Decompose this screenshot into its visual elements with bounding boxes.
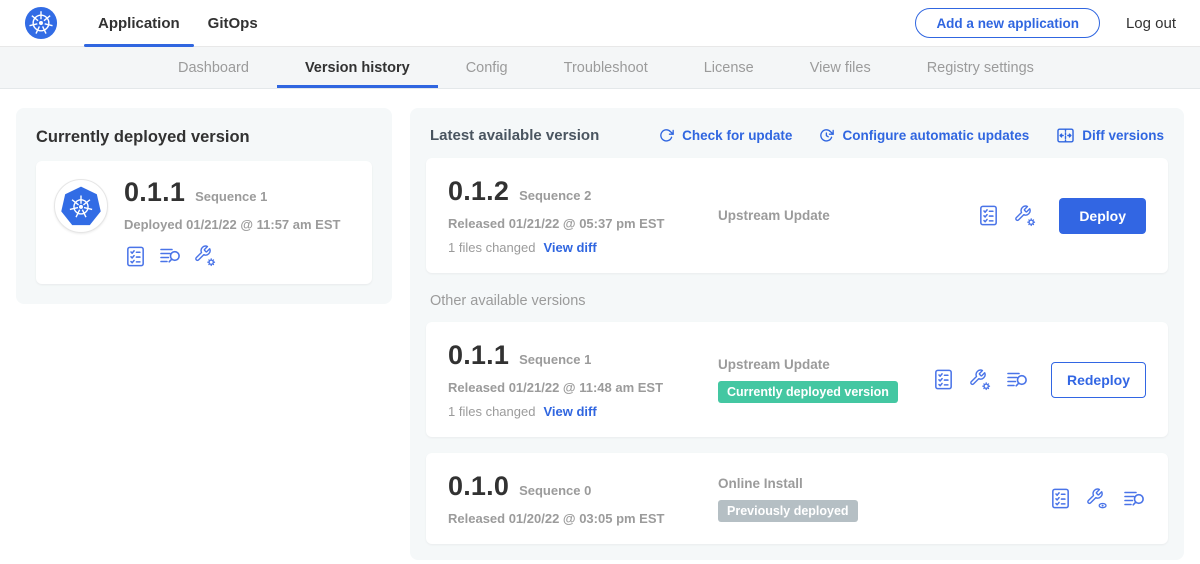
release-notes-icon[interactable] bbox=[1049, 487, 1072, 510]
diff-icon bbox=[1056, 126, 1075, 145]
subnav-label: Version history bbox=[305, 60, 410, 76]
subnav-label: Troubleshoot bbox=[564, 60, 648, 76]
header-tabs: Application GitOps bbox=[84, 0, 272, 46]
logout-link[interactable]: Log out bbox=[1126, 15, 1176, 32]
subnav-tab-config[interactable]: Config bbox=[438, 47, 536, 88]
currently-deployed-panel: Currently deployed version 0.1.1 Sequenc… bbox=[16, 108, 392, 304]
deployed-timestamp: Deployed 01/21/22 @ 11:57 am EST bbox=[124, 217, 352, 232]
edit-config-icon[interactable] bbox=[1013, 204, 1037, 228]
add-application-button[interactable]: Add a new application bbox=[915, 8, 1100, 38]
version-number: 0.1.1 bbox=[448, 340, 509, 371]
other-versions-title: Other available versions bbox=[430, 293, 1164, 309]
preflight-checks-icon[interactable] bbox=[1005, 368, 1029, 392]
subnav-tab-registry-settings[interactable]: Registry settings bbox=[899, 47, 1062, 88]
tab-gitops[interactable]: GitOps bbox=[194, 0, 272, 46]
preflight-checks-icon[interactable] bbox=[158, 244, 182, 268]
view-diff-link[interactable]: View diff bbox=[543, 404, 596, 419]
subnav-label: Dashboard bbox=[178, 60, 249, 76]
deploy-button[interactable]: Deploy bbox=[1059, 198, 1146, 234]
deployed-version-number: 0.1.1 bbox=[124, 177, 185, 208]
previously-deployed-badge: Previously deployed bbox=[718, 500, 858, 522]
edit-config-icon[interactable] bbox=[968, 368, 992, 392]
tab-application-label: Application bbox=[98, 15, 180, 32]
subnav-label: License bbox=[704, 60, 754, 76]
deployed-sequence: Sequence 1 bbox=[195, 189, 267, 204]
subnav-tab-version-history[interactable]: Version history bbox=[277, 47, 438, 88]
configure-automatic-updates-label: Configure automatic updates bbox=[842, 128, 1029, 143]
deployed-panel-title: Currently deployed version bbox=[36, 128, 372, 147]
view-diff-link[interactable]: View diff bbox=[543, 240, 596, 255]
subnav-label: Config bbox=[466, 60, 508, 76]
app-subnav: Dashboard Version history Config Trouble… bbox=[0, 47, 1200, 89]
subnav-tab-view-files[interactable]: View files bbox=[782, 47, 899, 88]
diff-versions-link[interactable]: Diff versions bbox=[1056, 126, 1164, 145]
released-timestamp: Released 01/21/22 @ 11:48 am EST bbox=[448, 380, 706, 395]
check-for-update-link[interactable]: Check for update bbox=[659, 126, 792, 145]
version-sequence: Sequence 2 bbox=[519, 188, 591, 203]
version-row-0-1-0: 0.1.0 Sequence 0 Released 01/20/22 @ 03:… bbox=[426, 453, 1168, 544]
subnav-label: View files bbox=[810, 60, 871, 76]
tab-gitops-label: GitOps bbox=[208, 15, 258, 32]
version-source: Online Install bbox=[718, 476, 1049, 491]
released-timestamp: Released 01/20/22 @ 03:05 pm EST bbox=[448, 511, 706, 526]
top-header: Application GitOps Add a new application… bbox=[0, 0, 1200, 47]
subnav-tab-dashboard[interactable]: Dashboard bbox=[150, 47, 277, 88]
subnav-tab-troubleshoot[interactable]: Troubleshoot bbox=[536, 47, 676, 88]
main-content: Currently deployed version 0.1.1 Sequenc… bbox=[0, 89, 1200, 564]
released-timestamp: Released 01/21/22 @ 05:37 pm EST bbox=[448, 216, 706, 231]
view-config-icon[interactable] bbox=[1085, 487, 1109, 511]
version-row-0-1-2: 0.1.2 Sequence 2 Released 01/21/22 @ 05:… bbox=[426, 158, 1168, 273]
version-history-panel: Latest available version Check for updat… bbox=[410, 108, 1184, 560]
files-changed: 1 files changed bbox=[448, 404, 535, 419]
version-number: 0.1.2 bbox=[448, 176, 509, 207]
preflight-checks-icon[interactable] bbox=[1122, 487, 1146, 511]
subnav-tab-license[interactable]: License bbox=[676, 47, 782, 88]
edit-config-icon[interactable] bbox=[193, 244, 217, 268]
kubernetes-logo-icon bbox=[24, 0, 58, 46]
version-number: 0.1.0 bbox=[448, 471, 509, 502]
version-row-0-1-1: 0.1.1 Sequence 1 Released 01/21/22 @ 11:… bbox=[426, 322, 1168, 437]
check-for-update-label: Check for update bbox=[682, 128, 792, 143]
subnav-label: Registry settings bbox=[927, 60, 1034, 76]
deployed-version-card: 0.1.1 Sequence 1 Deployed 01/21/22 @ 11:… bbox=[36, 161, 372, 284]
release-notes-icon[interactable] bbox=[124, 245, 147, 268]
tab-application[interactable]: Application bbox=[84, 0, 194, 46]
version-sequence: Sequence 1 bbox=[519, 352, 591, 367]
version-source: Upstream Update bbox=[718, 357, 932, 372]
currently-deployed-badge: Currently deployed version bbox=[718, 381, 898, 403]
configure-automatic-updates-link[interactable]: Configure automatic updates bbox=[819, 126, 1029, 145]
app-logo-icon bbox=[54, 179, 108, 233]
refresh-icon bbox=[659, 128, 675, 144]
diff-versions-label: Diff versions bbox=[1082, 128, 1164, 143]
schedule-update-icon bbox=[819, 128, 835, 144]
version-sequence: Sequence 0 bbox=[519, 483, 591, 498]
version-source: Upstream Update bbox=[718, 208, 977, 223]
release-notes-icon[interactable] bbox=[977, 204, 1000, 227]
redeploy-button[interactable]: Redeploy bbox=[1051, 362, 1146, 398]
files-changed: 1 files changed bbox=[448, 240, 535, 255]
latest-available-title: Latest available version bbox=[430, 127, 599, 144]
release-notes-icon[interactable] bbox=[932, 368, 955, 391]
